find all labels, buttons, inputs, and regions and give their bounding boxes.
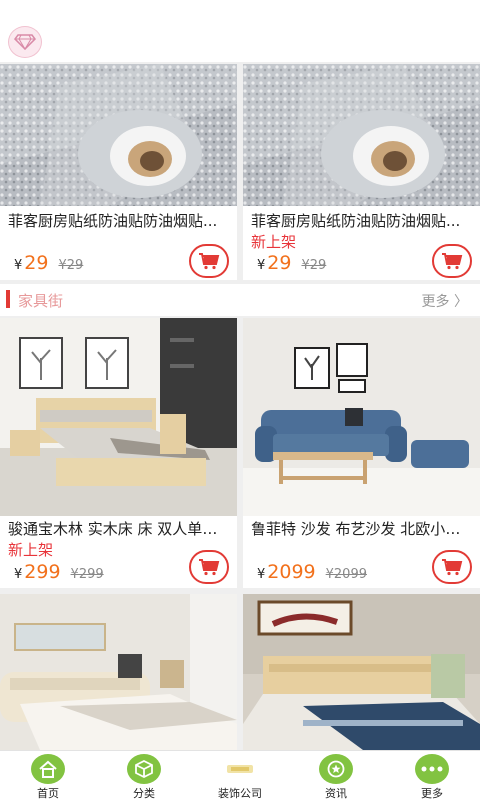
price: 29 xyxy=(24,252,49,274)
price-row: ¥ 29 ¥29 xyxy=(14,252,83,274)
home-icon xyxy=(31,754,65,784)
cart-icon xyxy=(199,559,220,576)
tab-label: 首页 xyxy=(37,787,59,800)
more-link[interactable]: 更多 〉 xyxy=(422,291,468,311)
tab-more[interactable]: 更多 xyxy=(384,751,480,800)
original-price: ¥29 xyxy=(58,258,84,273)
section-header-furniture: 家具街 更多 〉 xyxy=(0,284,480,316)
company-logo-icon xyxy=(223,754,257,784)
section-accent-bar xyxy=(6,290,10,308)
currency-symbol: ¥ xyxy=(257,258,266,273)
product-image-leather-bed[interactable] xyxy=(0,594,237,750)
product-title[interactable]: 骏通宝木林 实木床 床 双人单人... xyxy=(8,518,229,539)
product-card[interactable] xyxy=(0,594,237,750)
price-row: ¥ 2099 ¥2099 xyxy=(257,561,367,583)
product-image-pine-bed[interactable] xyxy=(243,594,480,750)
cart-icon xyxy=(442,253,463,270)
product-title[interactable]: 菲客厨房贴纸防油贴防油烟贴... xyxy=(251,210,472,231)
top-bar xyxy=(0,0,480,62)
box-icon xyxy=(127,754,161,784)
cart-icon xyxy=(199,253,220,270)
tab-label: 装饰公司 xyxy=(218,787,262,800)
currency-symbol: ¥ xyxy=(14,567,23,582)
add-to-cart-button[interactable] xyxy=(189,244,229,278)
diamond-logo-icon[interactable] xyxy=(8,26,42,58)
star-chat-icon xyxy=(319,754,353,784)
tab-label: 资讯 xyxy=(325,787,347,800)
product-card[interactable] xyxy=(243,594,480,750)
currency-symbol: ¥ xyxy=(14,258,23,273)
price-row: ¥ 29 ¥29 xyxy=(257,252,326,274)
bottom-tab-bar: 首页 分类 装饰公司 资讯 更多 xyxy=(0,750,480,800)
add-to-cart-button[interactable] xyxy=(189,550,229,584)
tab-label: 分类 xyxy=(133,787,155,800)
price-row: ¥ 299 ¥299 xyxy=(14,561,104,583)
original-price: ¥2099 xyxy=(325,567,367,582)
original-price: ¥29 xyxy=(301,258,327,273)
original-price: ¥299 xyxy=(70,567,104,582)
tab-category[interactable]: 分类 xyxy=(96,751,192,800)
add-to-cart-button[interactable] xyxy=(432,550,472,584)
cart-icon xyxy=(442,559,463,576)
product-image-foil-roll[interactable] xyxy=(0,64,237,206)
product-card[interactable]: 鲁菲特 沙发 布艺沙发 北欧小户... ¥ 2099 ¥2099 xyxy=(243,318,480,588)
product-title[interactable]: 菲客厨房贴纸防油贴防油烟贴... xyxy=(8,210,229,231)
new-arrival-tag: 新上架 xyxy=(251,233,297,251)
more-dots-icon xyxy=(415,754,449,784)
product-image-wooden-bed[interactable] xyxy=(0,318,237,516)
product-image-foil-roll[interactable] xyxy=(243,64,480,206)
tab-decoration-company[interactable]: 装饰公司 xyxy=(192,751,288,800)
product-image-blue-sofa[interactable] xyxy=(243,318,480,516)
currency-symbol: ¥ xyxy=(257,567,266,582)
product-card[interactable]: 菲客厨房贴纸防油贴防油烟贴... 新上架 ¥ 29 ¥29 xyxy=(243,64,480,280)
product-title[interactable]: 鲁菲特 沙发 布艺沙发 北欧小户... xyxy=(251,518,472,539)
tab-news[interactable]: 资讯 xyxy=(288,751,384,800)
product-card[interactable]: 骏通宝木林 实木床 床 双人单人... 新上架 ¥ 299 ¥299 xyxy=(0,318,237,588)
new-arrival-tag: 新上架 xyxy=(8,541,54,559)
price: 2099 xyxy=(267,561,316,583)
product-card[interactable]: 菲客厨房贴纸防油贴防油烟贴... ¥ 29 ¥29 xyxy=(0,64,237,280)
add-to-cart-button[interactable] xyxy=(432,244,472,278)
price: 299 xyxy=(24,561,61,583)
section-title: 家具街 xyxy=(18,292,64,310)
price: 29 xyxy=(267,252,292,274)
tab-home[interactable]: 首页 xyxy=(0,751,96,800)
tab-label: 更多 xyxy=(421,787,443,800)
app-screen: 菲客厨房贴纸防油贴防油烟贴... ¥ 29 ¥29 菲客厨房贴纸防油贴防油烟贴.… xyxy=(0,0,480,800)
